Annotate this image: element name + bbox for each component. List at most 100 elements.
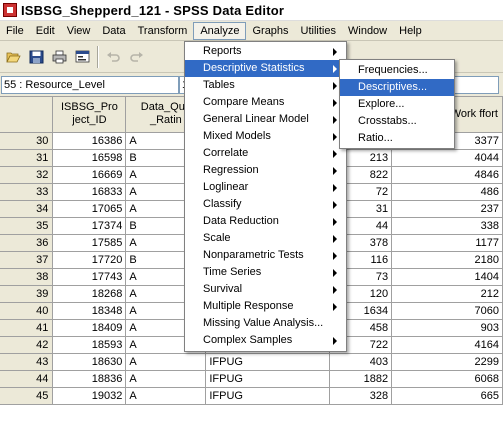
menu-item-tables[interactable]: Tables [185,77,346,94]
redo-button[interactable] [125,46,147,68]
row-number-cell[interactable]: 31 [0,149,54,167]
submenu-item-crosstabs[interactable]: Crosstabs... [340,113,454,130]
project-id-cell[interactable]: 18409 [52,319,127,337]
menu-file[interactable]: File [0,22,30,40]
size-cell[interactable]: 328 [329,387,393,405]
count-approach-cell[interactable]: IFPUG [205,370,331,388]
work-effort-cell[interactable]: 1177 [391,234,503,252]
print-button[interactable] [48,46,70,68]
menu-item-classify[interactable]: Classify [185,196,346,213]
menu-item-missing-value-analysis[interactable]: Missing Value Analysis... [185,315,346,332]
row-number-cell[interactable]: 40 [0,302,54,320]
menu-graphs[interactable]: Graphs [246,22,294,40]
menu-item-descriptive-statistics[interactable]: Descriptive Statistics [185,60,346,77]
work-effort-cell[interactable]: 212 [391,285,503,303]
project-id-cell[interactable]: 18836 [52,370,127,388]
menu-item-compare-means[interactable]: Compare Means [185,94,346,111]
row-number-cell[interactable]: 34 [0,200,54,218]
project-id-cell[interactable]: 19032 [52,387,127,405]
work-effort-cell[interactable]: 6068 [391,370,503,388]
project-id-cell[interactable]: 17374 [52,217,127,235]
menu-item-multiple-response[interactable]: Multiple Response [185,298,346,315]
project-id-cell[interactable]: 17720 [52,251,127,269]
menu-help[interactable]: Help [393,22,428,40]
work-effort-cell[interactable]: 7060 [391,302,503,320]
save-button[interactable] [25,46,47,68]
work-effort-cell[interactable]: 2180 [391,251,503,269]
menu-item-label: Multiple Response [203,300,294,312]
work-effort-cell[interactable]: 4164 [391,336,503,354]
row-number-cell[interactable]: 30 [0,132,54,150]
work-effort-cell[interactable]: 1404 [391,268,503,286]
project-id-cell[interactable]: 16598 [52,149,127,167]
cell-reference-field[interactable]: 55 : Resource_Level [1,75,179,94]
menu-window[interactable]: Window [342,22,393,40]
menu-item-time-series[interactable]: Time Series [185,264,346,281]
work-effort-cell[interactable]: 486 [391,183,503,201]
submenu-item-frequencies[interactable]: Frequencies... [340,62,454,79]
project-id-cell[interactable]: 18268 [52,285,127,303]
data-quality-cell[interactable]: A [125,387,207,405]
menu-item-data-reduction[interactable]: Data Reduction [185,213,346,230]
project-id-cell[interactable]: 16386 [52,132,127,150]
row-number-cell[interactable]: 36 [0,234,54,252]
row-number-cell[interactable]: 38 [0,268,54,286]
submenu-item-descriptives[interactable]: Descriptives... [340,79,454,96]
row-number-cell[interactable]: 33 [0,183,54,201]
count-approach-cell[interactable]: IFPUG [205,353,331,371]
submenu-item-explore[interactable]: Explore... [340,96,454,113]
row-number-cell[interactable]: 42 [0,336,54,354]
menu-item-survival[interactable]: Survival [185,281,346,298]
work-effort-cell[interactable]: 4846 [391,166,503,184]
row-number-cell[interactable]: 45 [0,387,54,405]
row-number-cell[interactable]: 35 [0,217,54,235]
work-effort-cell[interactable]: 4044 [391,149,503,167]
menu-item-scale[interactable]: Scale [185,230,346,247]
menu-item-general-linear-model[interactable]: General Linear Model [185,111,346,128]
work-effort-cell[interactable]: 2299 [391,353,503,371]
menu-item-label: Descriptive Statistics [203,62,305,74]
project-id-cell[interactable]: 18630 [52,353,127,371]
project-id-cell[interactable]: 18348 [52,302,127,320]
size-cell[interactable]: 403 [329,353,393,371]
work-effort-cell[interactable]: 338 [391,217,503,235]
menu-data[interactable]: Data [96,22,131,40]
row-number-cell[interactable]: 44 [0,370,54,388]
project-id-cell[interactable]: 17065 [52,200,127,218]
row-number-cell[interactable]: 37 [0,251,54,269]
project-id-cell[interactable]: 17585 [52,234,127,252]
project-id-cell[interactable]: 17743 [52,268,127,286]
work-effort-cell[interactable]: 665 [391,387,503,405]
menu-item-correlate[interactable]: Correlate [185,145,346,162]
menu-transform[interactable]: Transform [132,22,194,40]
work-effort-cell[interactable]: 903 [391,319,503,337]
menu-item-complex-samples[interactable]: Complex Samples [185,332,346,349]
project-id-cell[interactable]: 16669 [52,166,127,184]
size-cell[interactable]: 1882 [329,370,393,388]
menu-item-regression[interactable]: Regression [185,162,346,179]
corner-cell[interactable] [0,97,54,133]
menu-item-nonparametric-tests[interactable]: Nonparametric Tests [185,247,346,264]
count-approach-cell[interactable]: IFPUG [205,387,331,405]
menu-view[interactable]: View [61,22,97,40]
submenu-item-ratio[interactable]: Ratio... [340,130,454,147]
menu-item-mixed-models[interactable]: Mixed Models [185,128,346,145]
data-quality-cell[interactable]: A [125,370,207,388]
column-header-project-id[interactable]: ISBSG_Pro ject_ID [52,97,127,133]
row-number-cell[interactable]: 39 [0,285,54,303]
dialog-recall-button[interactable] [71,46,93,68]
project-id-cell[interactable]: 16833 [52,183,127,201]
menu-analyze[interactable]: Analyze [193,21,247,40]
data-quality-cell[interactable]: A [125,353,207,371]
menu-item-reports[interactable]: Reports [185,43,346,60]
menu-utilities[interactable]: Utilities [295,22,342,40]
menu-item-loglinear[interactable]: Loglinear [185,179,346,196]
row-number-cell[interactable]: 43 [0,353,54,371]
menu-edit[interactable]: Edit [30,22,61,40]
project-id-cell[interactable]: 18593 [52,336,127,354]
undo-button[interactable] [102,46,124,68]
row-number-cell[interactable]: 41 [0,319,54,337]
row-number-cell[interactable]: 32 [0,166,54,184]
work-effort-cell[interactable]: 237 [391,200,503,218]
open-button[interactable] [2,46,24,68]
